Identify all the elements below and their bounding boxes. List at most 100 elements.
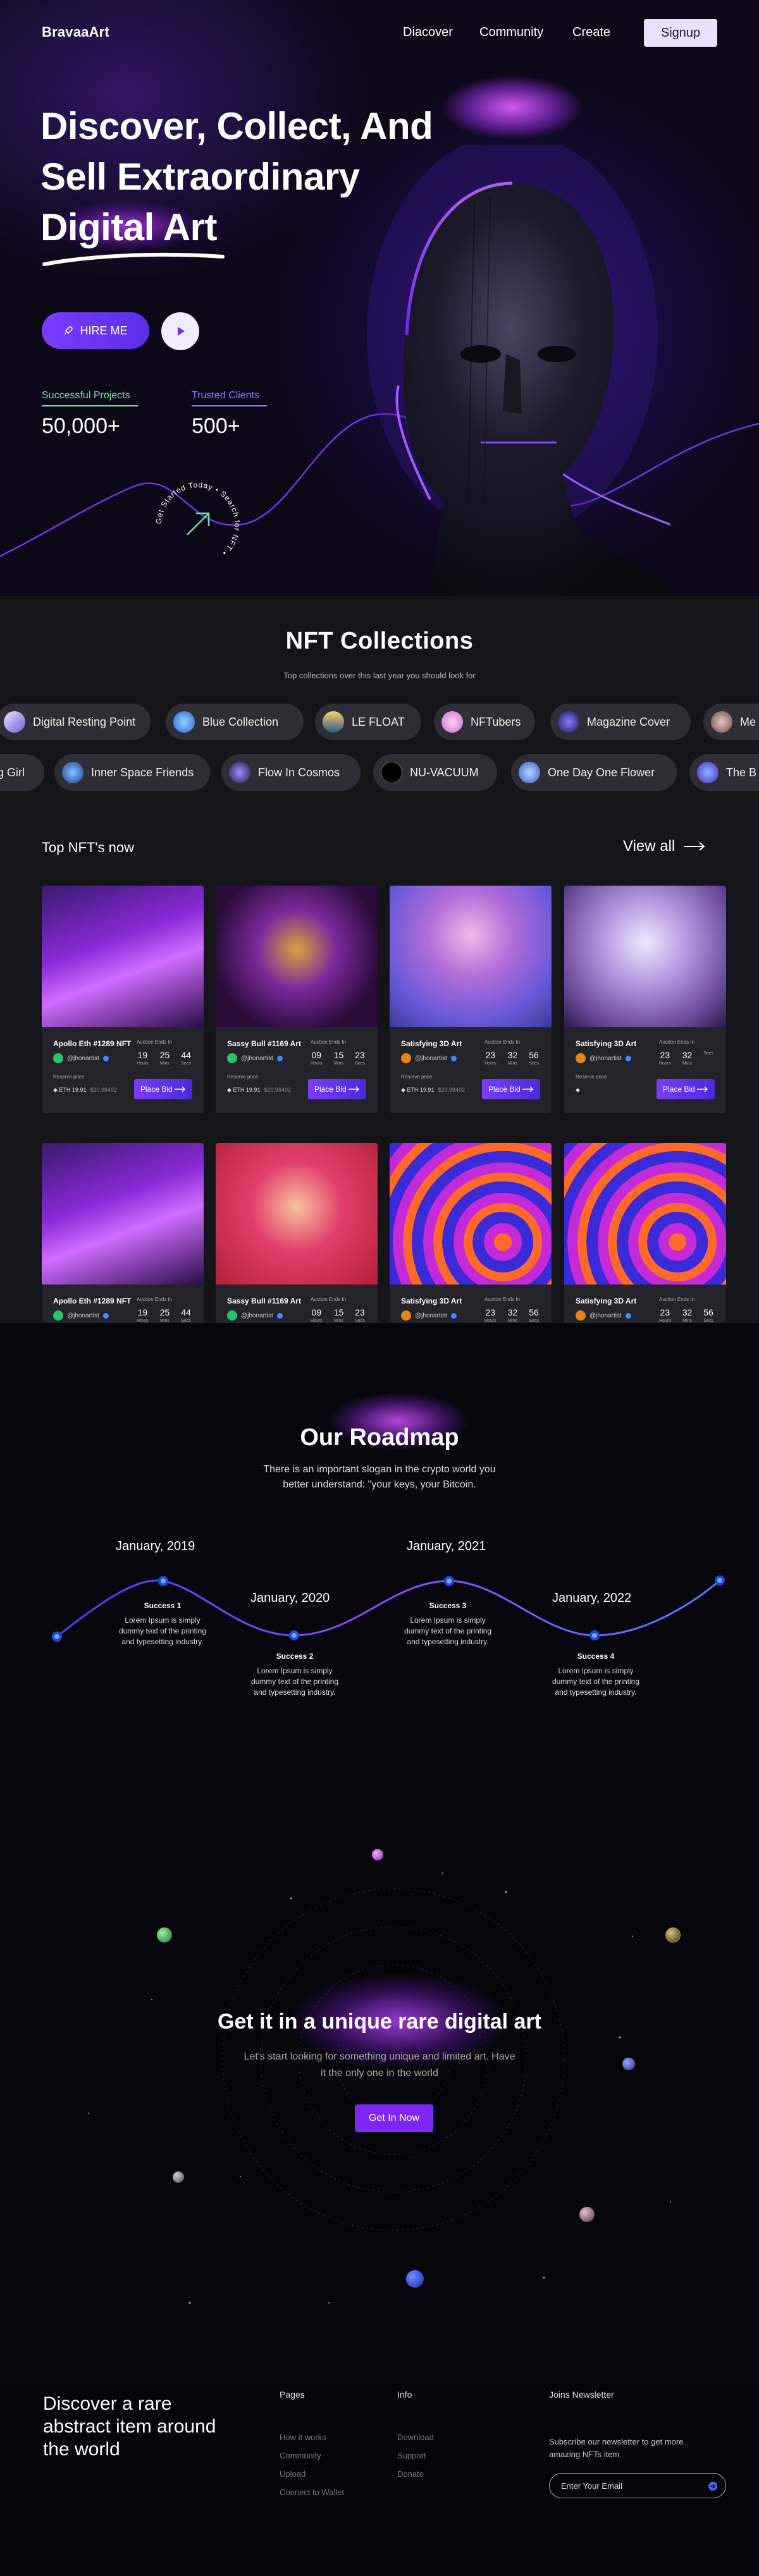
nav-link-community[interactable]: Community bbox=[479, 25, 543, 40]
milestone-date: January, 2021 bbox=[407, 1539, 486, 1553]
collection-pill-label: NFTubers bbox=[471, 715, 521, 728]
timer-unit: Secs bbox=[529, 1061, 539, 1066]
nft-collections-section: NFT Collections Top collections over thi… bbox=[0, 596, 759, 1370]
signup-button[interactable]: Signup bbox=[644, 19, 717, 47]
nav-link-discover[interactable]: Diacover bbox=[403, 25, 453, 40]
planet-blue-large bbox=[406, 2270, 424, 2288]
nft-artwork-image[interactable] bbox=[390, 1143, 552, 1285]
nft-artwork-image[interactable] bbox=[42, 1143, 204, 1285]
nft-artwork-image[interactable] bbox=[216, 886, 378, 1027]
place-bid-button[interactable]: Place Bid bbox=[657, 1079, 715, 1099]
collection-pill-label: LE FLOAT bbox=[352, 715, 405, 728]
collection-pill[interactable]: Digital Resting Point bbox=[0, 704, 151, 740]
email-input[interactable] bbox=[561, 2479, 700, 2492]
nft-owner[interactable]: @jhonartist bbox=[227, 1310, 283, 1321]
nft-artwork-image[interactable] bbox=[390, 886, 552, 1027]
send-icon[interactable] bbox=[708, 2481, 718, 2491]
play-video-button[interactable] bbox=[161, 312, 199, 350]
place-bid-button[interactable]: Place Bid bbox=[482, 1079, 540, 1099]
collection-pill[interactable]: The B bbox=[689, 754, 759, 791]
nft-card[interactable]: Sassy Bull #1169 Art @jhonartist Auction E… bbox=[216, 886, 378, 1113]
planet-blue-small bbox=[622, 2058, 635, 2070]
collection-pill-label: The B bbox=[726, 766, 757, 779]
auction-label: Auction Ends In bbox=[137, 1039, 173, 1045]
collection-pill[interactable]: NU-VACUUM bbox=[373, 754, 497, 791]
collection-pill[interactable]: Flow In Cosmos bbox=[221, 754, 361, 791]
verified-icon bbox=[276, 1055, 283, 1061]
reserve-price: ◆ ETH 19.91$20,98402 bbox=[401, 1087, 465, 1094]
owner-avatar bbox=[227, 1053, 237, 1063]
auction-label: Auction Ends In bbox=[659, 1039, 695, 1045]
collection-pill[interactable]: Inner Space Friends bbox=[54, 754, 210, 791]
milestone-step: Success 1 bbox=[144, 1601, 182, 1610]
timer-secs: 23 bbox=[355, 1307, 365, 1317]
nft-owner[interactable]: @jhonartist bbox=[576, 1310, 631, 1321]
place-bid-button[interactable]: Place Bid bbox=[134, 1079, 192, 1099]
timer-unit: Hours bbox=[137, 1319, 149, 1323]
owner-avatar bbox=[53, 1310, 63, 1321]
brand-logo[interactable]: BravaaArt bbox=[42, 24, 109, 40]
footer-link[interactable]: Download bbox=[397, 2433, 434, 2442]
timer-unit: Secs bbox=[181, 1061, 191, 1066]
view-all-link[interactable]: View all bbox=[623, 838, 705, 855]
collection-pill[interactable]: g Girl bbox=[0, 754, 44, 791]
timer-hours: 09 bbox=[311, 1307, 322, 1317]
planet-green bbox=[157, 1927, 172, 1943]
get-in-now-button[interactable]: Get In Now bbox=[355, 2104, 433, 2132]
nft-card[interactable]: Apollo Eth #1289 NFT @jhonartist Auction E… bbox=[42, 886, 204, 1113]
collection-pill[interactable]: Magazine Cover bbox=[550, 704, 691, 740]
verified-icon bbox=[450, 1312, 457, 1319]
timer-hours: 23 bbox=[485, 1307, 496, 1317]
timer-mins: 25 bbox=[159, 1307, 170, 1317]
reserve-label: Reserve price bbox=[401, 1074, 433, 1080]
collection-pill[interactable]: LE FLOAT bbox=[315, 704, 421, 740]
nft-card[interactable]: Satisfying 3D Art @jhonartist Auction Ends… bbox=[564, 886, 726, 1113]
reserve-price: ◆ bbox=[576, 1087, 584, 1094]
nft-owner[interactable]: @jhonartist bbox=[401, 1053, 457, 1063]
nft-name: Satisfying 3D Art bbox=[401, 1039, 462, 1048]
footer-link[interactable]: Upload bbox=[280, 2469, 305, 2479]
nft-name: Apollo Eth #1289 NFT bbox=[53, 1297, 132, 1305]
verified-icon bbox=[276, 1312, 283, 1319]
timer-unit: Mins bbox=[508, 1061, 517, 1066]
collection-pill[interactable]: Blue Collection bbox=[166, 704, 304, 740]
footer-link[interactable]: Support bbox=[397, 2451, 426, 2460]
nft-owner[interactable]: @jhonartist bbox=[53, 1053, 109, 1063]
timer-unit: Mins bbox=[334, 1319, 343, 1323]
owner-avatar bbox=[401, 1310, 411, 1321]
timer-unit: Mins bbox=[160, 1319, 170, 1323]
nft-owner[interactable]: @jhonartist bbox=[227, 1053, 283, 1063]
footer-link[interactable]: Community bbox=[280, 2451, 321, 2460]
collection-pill-label: Magazine Cover bbox=[587, 715, 670, 728]
collection-pill[interactable]: Me bbox=[703, 704, 759, 740]
reserve-label: Reserve price bbox=[576, 1074, 607, 1080]
footer-link[interactable]: Donate bbox=[397, 2469, 424, 2479]
nav-link-create[interactable]: Create bbox=[572, 25, 610, 40]
hire-me-label: HIRE ME bbox=[80, 324, 128, 337]
hire-me-button[interactable]: HIRE ME bbox=[42, 312, 149, 349]
nft-name: Satisfying 3D Art bbox=[401, 1297, 462, 1305]
nft-artwork-image[interactable] bbox=[564, 1143, 726, 1285]
footer-link[interactable]: How it works bbox=[280, 2433, 326, 2442]
nft-owner[interactable]: @jhonartist bbox=[53, 1310, 109, 1321]
get-started-circular-badge[interactable]: Get Started Today • Search for NFT • bbox=[151, 477, 245, 571]
footer-link[interactable]: Connect to Wallet bbox=[280, 2487, 344, 2497]
timer-hours: 19 bbox=[137, 1050, 148, 1060]
nft-owner[interactable]: @jhonartist bbox=[576, 1053, 631, 1063]
nft-artwork-image[interactable] bbox=[216, 1143, 378, 1285]
timer-hours: 23 bbox=[485, 1050, 496, 1060]
collection-avatar-icon bbox=[558, 711, 579, 733]
collection-pill[interactable]: NFTubers bbox=[434, 704, 535, 740]
timer-mins: 32 bbox=[682, 1050, 693, 1060]
collection-pill[interactable]: One Day One Flower bbox=[511, 754, 677, 791]
nft-owner[interactable]: @jhonartist bbox=[401, 1310, 457, 1321]
nft-artwork-image[interactable] bbox=[564, 886, 726, 1027]
place-bid-button[interactable]: Place Bid bbox=[308, 1079, 366, 1099]
reserve-label: Reserve price bbox=[227, 1074, 259, 1080]
footer-newsletter-title: Joins Newsletter bbox=[549, 2390, 614, 2400]
nft-artwork-image[interactable] bbox=[42, 886, 204, 1027]
footer-headline: Discover a rare abstract item around the… bbox=[43, 2393, 216, 2460]
timer-unit: Hours bbox=[311, 1319, 323, 1323]
arrow-right-icon bbox=[684, 842, 705, 851]
nft-card[interactable]: Satisfying 3D Art @jhonartist Auction Ends… bbox=[390, 886, 552, 1113]
